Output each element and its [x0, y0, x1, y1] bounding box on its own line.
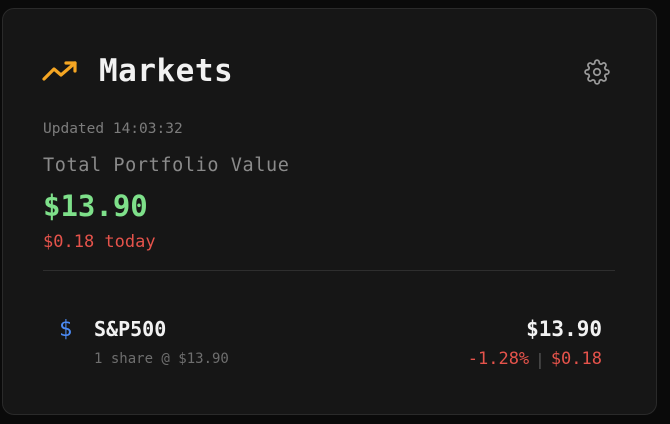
holding-ticker: S&P500	[94, 317, 167, 341]
portfolio-value: $13.90	[43, 189, 148, 223]
gear-icon	[584, 59, 610, 85]
settings-button[interactable]	[584, 59, 610, 85]
page-title: Markets	[99, 53, 234, 89]
markets-card: Markets Updated 14:03:32 Total Portfolio…	[2, 8, 657, 415]
change-separator: |	[535, 349, 545, 369]
holding-shares: 1 share @ $13.90	[94, 351, 229, 367]
holding-percent-change: -1.28%	[467, 349, 530, 369]
trending-up-icon	[42, 59, 78, 83]
card-header: Markets	[42, 49, 233, 93]
holding-changes: -1.28% | $0.18	[468, 349, 602, 369]
dollar-icon: $	[59, 317, 73, 342]
portfolio-label: Total Portfolio Value	[43, 155, 290, 176]
today-change: $0.18 today	[43, 232, 156, 252]
holding-amount-change: $0.18	[550, 349, 602, 369]
updated-timestamp: Updated 14:03:32	[43, 121, 183, 137]
divider	[43, 270, 615, 271]
holding-price: $13.90	[526, 317, 602, 341]
holding-row[interactable]: $ S&P500 1 share @ $13.90 $13.90 -1.28% …	[43, 299, 615, 379]
